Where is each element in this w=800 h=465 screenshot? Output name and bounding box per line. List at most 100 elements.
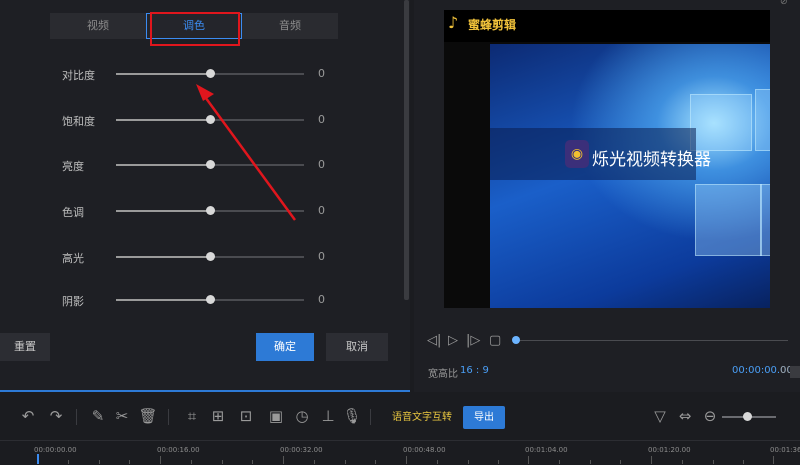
slider-handle[interactable]: [206, 160, 215, 169]
separator: [76, 409, 77, 425]
undo-icon[interactable]: ↶: [18, 406, 38, 426]
speed-icon[interactable]: ◷: [292, 406, 312, 426]
adjust-slider[interactable]: [116, 115, 304, 124]
adjust-label: 饱和度: [62, 115, 95, 128]
slider-fill: [116, 299, 210, 301]
next-frame-icon[interactable]: |▷: [466, 333, 480, 348]
stop-icon[interactable]: ▢: [489, 333, 501, 348]
top-right-label-icon: ⊘: [780, 0, 788, 7]
timeline-minor-tick: [98, 460, 100, 464]
slider-fill: [116, 210, 210, 212]
watermark-text: 烁光视频转换器: [592, 150, 711, 170]
adjust-value: 0: [318, 67, 325, 80]
adjust-value: 0: [318, 113, 325, 126]
timeline-minor-tick: [252, 460, 254, 464]
timeline-minor-tick: [67, 460, 69, 464]
timeline-minor-tick: [467, 460, 469, 464]
slider-handle[interactable]: [206, 69, 215, 78]
prev-frame-icon[interactable]: ◁|: [427, 333, 441, 348]
timeline-label: 00:00:48.00: [403, 446, 446, 454]
export-button[interactable]: 导出: [463, 406, 505, 429]
play-icon[interactable]: ▷: [448, 333, 458, 348]
duration-icon[interactable]: ⊥: [318, 406, 338, 426]
timeline-tick: [528, 456, 529, 464]
adjust-value: 0: [318, 204, 325, 217]
panel-scrollbar[interactable]: [404, 0, 409, 300]
slider-handle[interactable]: [206, 115, 215, 124]
timeline-tick: [406, 456, 407, 464]
pencil-icon[interactable]: ✎: [88, 406, 108, 426]
slider-fill: [116, 256, 210, 258]
adjust-slider[interactable]: [116, 160, 304, 169]
preview-scrollbar[interactable]: [790, 366, 800, 378]
separator: [370, 409, 371, 425]
adjust-slider[interactable]: [116, 206, 304, 215]
playhead[interactable]: [37, 454, 39, 464]
timeline-minor-tick: [743, 460, 745, 464]
slider-handle[interactable]: [206, 252, 215, 261]
timeline-minor-tick: [681, 460, 683, 464]
adjust-slider[interactable]: [116, 252, 304, 261]
adjust-label: 色调: [62, 206, 84, 219]
window-pane: [755, 89, 770, 151]
slider-fill: [116, 164, 210, 166]
zoom-slider-handle[interactable]: [743, 412, 752, 421]
zoom-out-icon[interactable]: ⊖: [700, 406, 720, 426]
mosaic-icon[interactable]: ⊡: [236, 406, 256, 426]
progress-track[interactable]: [518, 340, 788, 341]
slider-handle[interactable]: [206, 295, 215, 304]
slider-fill: [116, 73, 210, 75]
timeline-label: 00:00:32.00: [280, 446, 323, 454]
window-pane: [760, 184, 770, 256]
adjust-slider[interactable]: [116, 295, 304, 304]
bee-logo-icon: ♪: [448, 13, 459, 32]
tab-video[interactable]: 视频: [50, 13, 146, 39]
timeline-label: 00:01:36: [770, 446, 800, 454]
adjust-label: 对比度: [62, 69, 95, 82]
aspect-ratio-value[interactable]: 16 : 9: [460, 365, 489, 376]
separator: [168, 409, 169, 425]
tab-audio[interactable]: 音频: [242, 13, 338, 39]
timeline-minor-tick: [313, 460, 315, 464]
timeline-minor-tick: [190, 460, 192, 464]
timeline-tick: [283, 456, 284, 464]
annotation-highlight-box: [150, 12, 240, 46]
timeline-label: 00:01:20.00: [648, 446, 691, 454]
cancel-button[interactable]: 取消: [326, 333, 388, 361]
redo-icon[interactable]: ↷: [46, 406, 66, 426]
timeline-minor-tick: [375, 460, 377, 464]
timeline-minor-tick: [620, 460, 622, 464]
timeline-minor-tick: [436, 460, 438, 464]
window-pane: [695, 184, 762, 256]
fit-icon[interactable]: ⊞: [208, 406, 228, 426]
timeline-minor-tick: [498, 460, 500, 464]
marker-icon[interactable]: ▽: [650, 406, 670, 426]
brand-name: 蜜蜂剪辑: [468, 18, 517, 32]
adjust-value: 0: [318, 158, 325, 171]
timeline-minor-tick: [344, 460, 346, 464]
microphone-icon[interactable]: 🎙: [342, 406, 362, 426]
timeline-label: 00:00:00.00: [34, 446, 77, 454]
speech-text-button[interactable]: 语音文字互转: [392, 407, 452, 429]
adjust-label: 高光: [62, 252, 84, 265]
fit-timeline-icon[interactable]: ⇔: [675, 406, 695, 426]
adjust-slider[interactable]: [116, 69, 304, 78]
freeze-frame-icon[interactable]: ▣: [266, 406, 286, 426]
reset-button[interactable]: 重置: [0, 333, 50, 361]
crop-icon[interactable]: ⌗: [182, 406, 202, 426]
adjust-value: 0: [318, 293, 325, 306]
timeline-minor-tick: [712, 460, 714, 464]
timeline-minor-tick: [221, 460, 223, 464]
timeline-minor-tick: [589, 460, 591, 464]
aspect-ratio-label: 宽高比: [428, 369, 458, 380]
timeline-minor-tick: [129, 460, 131, 464]
timeline-tick: [651, 456, 652, 464]
trash-icon[interactable]: 🗑: [138, 406, 158, 426]
adjust-label: 亮度: [62, 160, 84, 173]
confirm-button[interactable]: 确定: [256, 333, 314, 361]
adjust-label: 阴影: [62, 295, 84, 308]
progress-handle[interactable]: [512, 336, 520, 344]
window-pane: [690, 94, 752, 151]
scissors-icon[interactable]: ✂: [112, 406, 132, 426]
slider-handle[interactable]: [206, 206, 215, 215]
